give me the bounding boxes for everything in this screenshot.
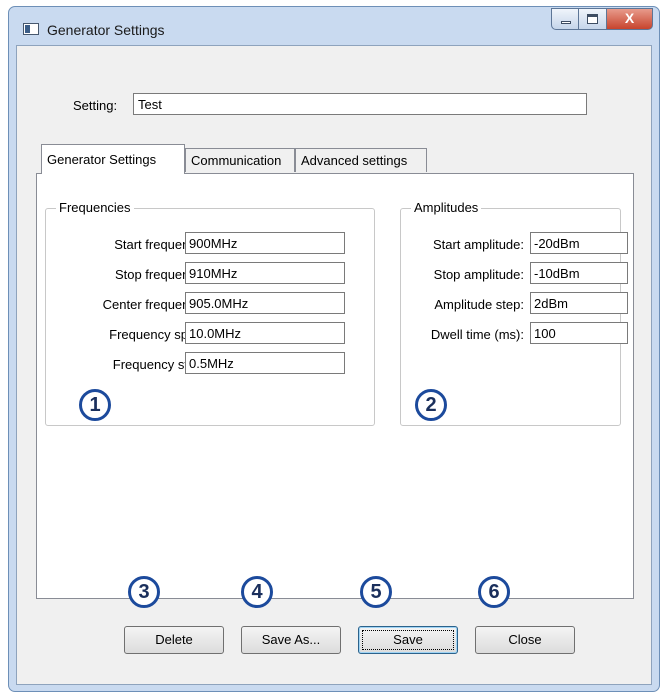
callout-3: 3: [128, 576, 160, 608]
callout-1: 1: [79, 389, 111, 421]
maximize-icon: [587, 14, 598, 24]
close-window-button[interactable]: X: [607, 8, 653, 30]
start-amplitude-input[interactable]: [530, 232, 628, 254]
frequencies-group-title: Frequencies: [56, 200, 134, 215]
delete-button[interactable]: Delete: [124, 626, 224, 654]
tab-generator-settings[interactable]: Generator Settings: [41, 144, 185, 174]
minimize-icon: [561, 21, 571, 24]
amplitudes-group-title: Amplitudes: [411, 200, 482, 215]
start-amplitude-label: Start amplitude:: [432, 237, 524, 252]
dialog-body: Setting: Generator Settings Communicatio…: [16, 45, 652, 685]
save-button[interactable]: Save: [358, 626, 458, 654]
callout-2: 2: [415, 389, 447, 421]
save-as-button[interactable]: Save As...: [241, 626, 341, 654]
stop-amplitude-label: Stop amplitude:: [433, 267, 524, 282]
tab-communication[interactable]: Communication: [185, 148, 295, 172]
stop-frequency-input[interactable]: [185, 262, 345, 284]
close-button[interactable]: Close: [475, 626, 575, 654]
tab-advanced-settings[interactable]: Advanced settings: [295, 148, 427, 172]
generator-settings-window: Generator Settings X Setting: Generator …: [8, 6, 660, 692]
setting-input[interactable]: [133, 93, 587, 115]
minimize-button[interactable]: [551, 8, 579, 30]
stop-amplitude-input[interactable]: [530, 262, 628, 284]
window-icon[interactable]: [23, 23, 39, 35]
callout-6: 6: [478, 576, 510, 608]
amplitude-step-input[interactable]: [530, 292, 628, 314]
close-icon: X: [624, 10, 635, 26]
callout-5: 5: [360, 576, 392, 608]
callout-4: 4: [241, 576, 273, 608]
frequency-span-input[interactable]: [185, 322, 345, 344]
caption-buttons: X: [551, 8, 653, 32]
frequency-step-input[interactable]: [185, 352, 345, 374]
setting-label: Setting:: [73, 98, 118, 113]
focus-ring: [362, 630, 454, 650]
center-frequency-input[interactable]: [185, 292, 345, 314]
title-bar[interactable]: Generator Settings X: [9, 7, 659, 45]
generator-settings-panel: Frequencies Start frequency: Stop freque…: [36, 173, 634, 599]
start-frequency-input[interactable]: [185, 232, 345, 254]
amplitude-step-label: Amplitude step:: [434, 297, 524, 312]
maximize-button[interactable]: [579, 8, 607, 30]
dwell-time-input[interactable]: [530, 322, 628, 344]
window-title: Generator Settings: [47, 22, 165, 38]
dwell-time-label: Dwell time (ms):: [430, 327, 524, 342]
